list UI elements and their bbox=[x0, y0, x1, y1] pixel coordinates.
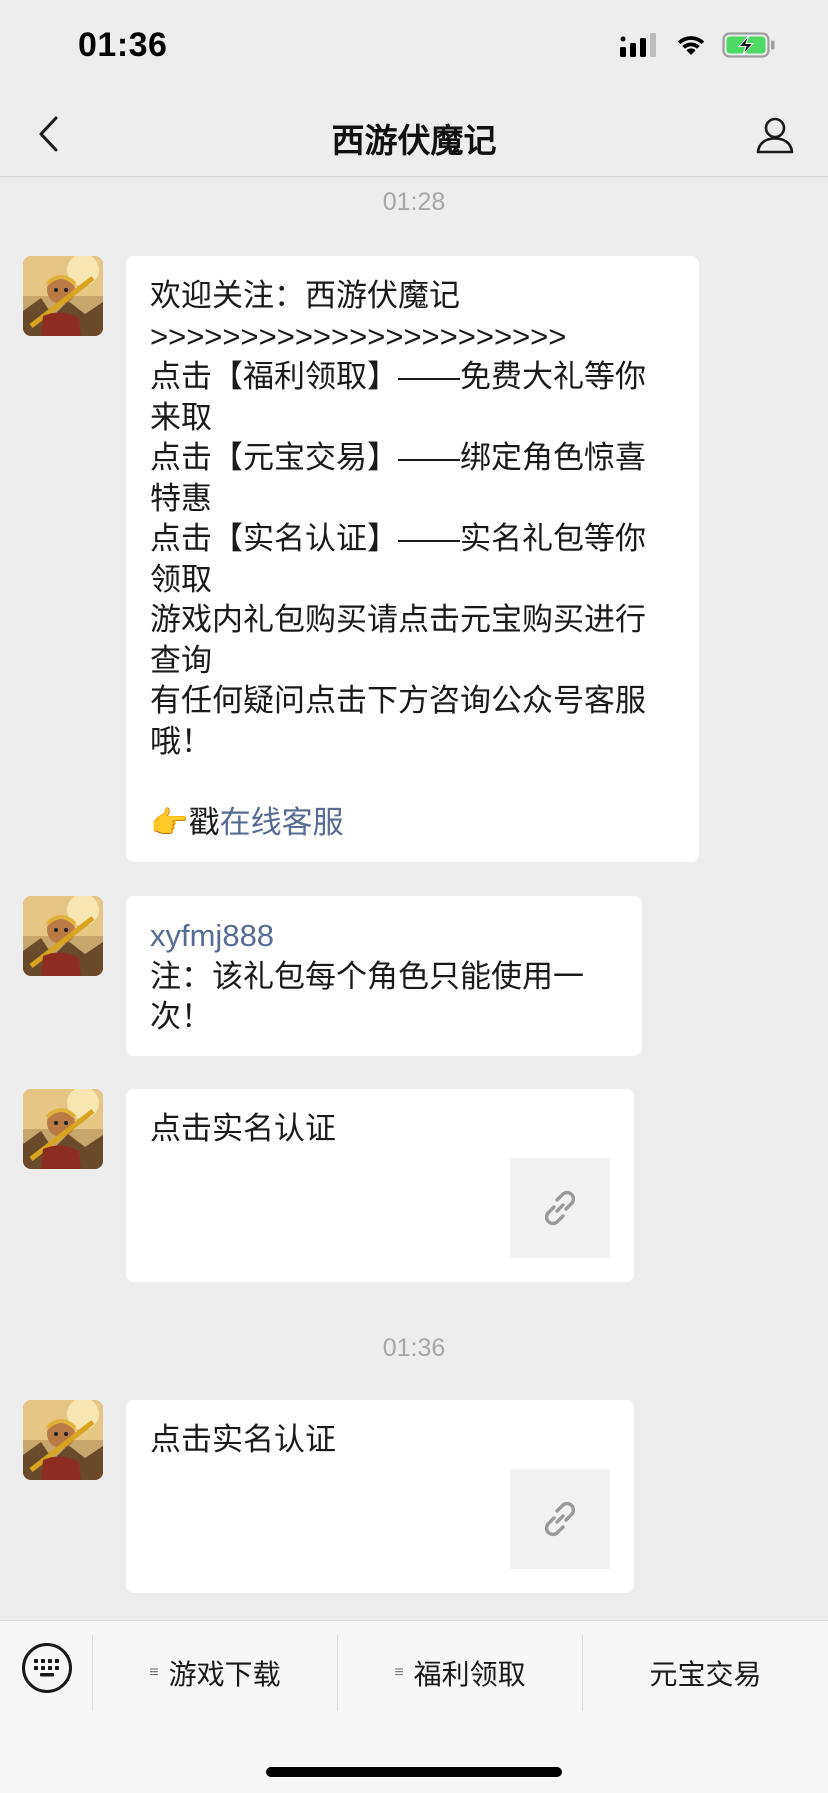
menu-label: 元宝交易 bbox=[649, 1659, 762, 1690]
message-line: 点击【福利领取】——免费大礼等你来取 bbox=[150, 359, 646, 435]
battery-charging-icon bbox=[722, 32, 775, 58]
cta-prefix: 戳 bbox=[188, 804, 220, 840]
timestamp: 01:36 bbox=[382, 1334, 446, 1362]
message-line: 点击【元宝交易】——绑定角色惊喜特惠 bbox=[150, 440, 646, 516]
nav-bar: 西游伏魔记 bbox=[0, 94, 828, 177]
signal-bars-icon bbox=[620, 33, 656, 57]
page-title: 西游伏魔记 bbox=[331, 122, 497, 159]
link-icon bbox=[544, 1501, 576, 1537]
link-thumbnail bbox=[510, 1158, 610, 1258]
monkey-king-avatar-icon bbox=[23, 1400, 103, 1480]
status-bar: 01:36 bbox=[0, 0, 828, 94]
message-line: 游戏内礼包购买请点击元宝购买进行查询 bbox=[150, 602, 646, 678]
gift-code-link[interactable]: xyfmj888 bbox=[150, 916, 618, 957]
avatar[interactable] bbox=[23, 1400, 103, 1480]
message-line: 有任何疑问点击下方咨询公众号客服哦！ bbox=[150, 683, 646, 759]
menu-ingot-trade[interactable]: 元宝交易 bbox=[583, 1635, 828, 1711]
profile-button[interactable] bbox=[752, 112, 798, 158]
welcome-message-bubble[interactable]: 欢迎关注：西游伏魔记 >>>>>>>>>>>>>>>>>>>>>>> 点击【福利… bbox=[126, 256, 699, 862]
submenu-lines-icon: ≡ bbox=[149, 1664, 159, 1681]
submenu-lines-icon: ≡ bbox=[394, 1664, 404, 1681]
person-icon bbox=[756, 117, 794, 154]
wifi-icon bbox=[677, 36, 705, 55]
cta-line: 👉戳在线客服 bbox=[150, 803, 675, 844]
online-service-link[interactable]: 在线客服 bbox=[220, 805, 344, 840]
timestamp: 01:28 bbox=[382, 188, 446, 216]
menu-game-download[interactable]: ≡ 游戏下载 bbox=[93, 1635, 337, 1711]
status-time: 01:36 bbox=[78, 26, 168, 64]
link-card[interactable]: 点击实名认证 bbox=[126, 1400, 634, 1593]
monkey-king-avatar-icon bbox=[23, 256, 103, 336]
status-icons bbox=[620, 32, 776, 58]
keyboard-toggle-button[interactable] bbox=[22, 1643, 72, 1693]
monkey-king-avatar-icon bbox=[23, 1089, 103, 1169]
avatar[interactable] bbox=[23, 896, 103, 976]
monkey-king-avatar-icon bbox=[23, 896, 103, 976]
gift-code-message-bubble[interactable]: xyfmj888 注：该礼包每个角色只能使用一次！ bbox=[126, 896, 642, 1056]
link-thumbnail bbox=[510, 1469, 610, 1569]
message-line: >>>>>>>>>>>>>>>>>>>>>>> bbox=[150, 318, 567, 354]
link-card-title: 点击实名认证 bbox=[150, 1111, 336, 1146]
message-line: 点击【实名认证】——实名礼包等你领取 bbox=[150, 521, 646, 597]
menu-welfare[interactable]: ≡ 福利领取 bbox=[338, 1635, 582, 1711]
menu-label: 福利领取 bbox=[413, 1659, 526, 1690]
pointing-hand-emoji: 👉 bbox=[150, 804, 189, 840]
link-card[interactable]: 点击实名认证 bbox=[126, 1089, 634, 1282]
home-indicator[interactable] bbox=[266, 1767, 562, 1777]
link-icon bbox=[544, 1190, 576, 1226]
keyboard-icon bbox=[34, 1659, 59, 1677]
link-card-title: 点击实名认证 bbox=[150, 1422, 336, 1457]
message-line: 注：该礼包每个角色只能使用一次！ bbox=[150, 958, 584, 1035]
menu-label: 游戏下载 bbox=[168, 1659, 281, 1690]
message-line: 欢迎关注：西游伏魔记 bbox=[150, 278, 460, 313]
avatar[interactable] bbox=[23, 1089, 103, 1169]
avatar[interactable] bbox=[23, 256, 103, 336]
